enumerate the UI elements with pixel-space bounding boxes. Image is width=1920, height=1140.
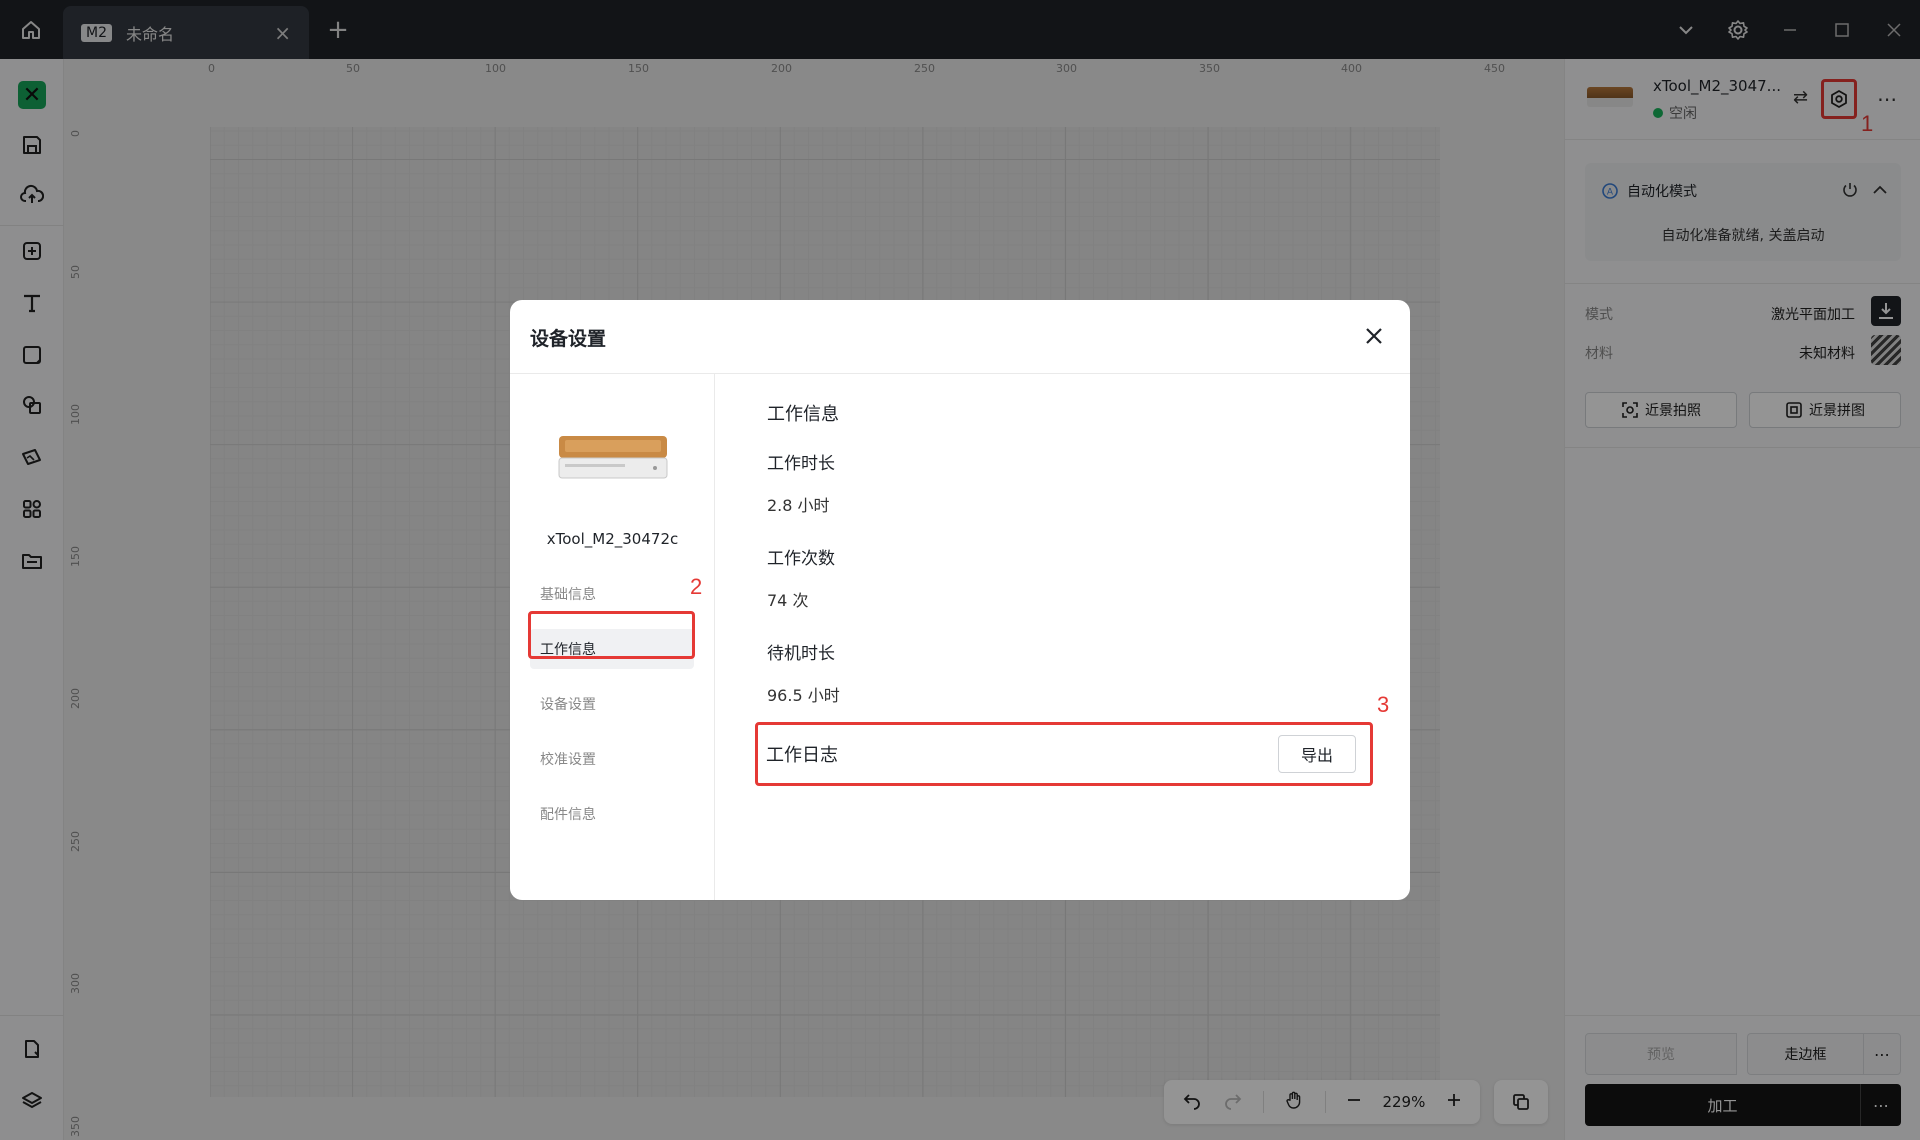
work-count-value: 74 次 [767,591,809,610]
dialog-close-button[interactable] [1358,320,1390,352]
work-log-label: 工作日志 [766,745,838,766]
annotation-2: 2 [690,574,703,599]
dialog-sidebar: xTool_M2_30472c 基础信息 工作信息 2 设备设置 校准设置 配件… [510,374,715,900]
side-item-calibration[interactable]: 校准设置 [530,739,694,779]
close-icon [1366,328,1382,344]
device-image [558,436,668,479]
annotation-3: 3 [1377,692,1390,717]
dialog-content: 工作信息 工作时长 2.8 小时 工作次数 74 次 待机时长 96.5 小时 … [715,374,1410,900]
standby-duration-label: 待机时长 [767,644,835,664]
work-log-row: 工作日志 导出 [755,722,1373,786]
side-item-accessories[interactable]: 配件信息 [530,794,694,834]
work-info-highlight [528,611,695,659]
export-button[interactable]: 导出 [1278,735,1356,773]
work-count-label: 工作次数 [767,549,835,569]
side-item-device-settings[interactable]: 设备设置 [530,684,694,724]
work-duration-label: 工作时长 [767,454,835,474]
side-item-basic-info[interactable]: 基础信息 [530,574,694,614]
standby-duration-value: 96.5 小时 [767,686,840,705]
dialog-device-name: xTool_M2_30472c [546,530,679,548]
work-duration-value: 2.8 小时 [767,496,830,515]
dialog-header: 设备设置 [510,300,1410,374]
dialog-title: 设备设置 [530,328,607,350]
section-title: 工作信息 [767,404,839,425]
device-settings-dialog: 设备设置 xTool_M2_30472c 基础信息 工作信息 2 设备设置 校准… [510,300,1410,900]
